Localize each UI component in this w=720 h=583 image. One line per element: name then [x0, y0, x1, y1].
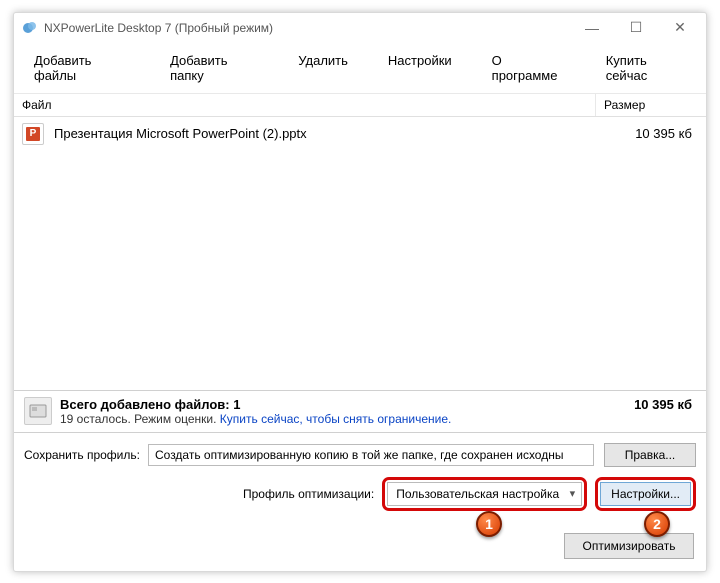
app-window: NXPowerLite Desktop 7 (Пробный режим) — …: [13, 12, 707, 572]
chevron-down-icon: ▾: [570, 487, 576, 500]
col-file[interactable]: Файл: [14, 94, 596, 116]
summary-total-label: Всего добавлено файлов: 1: [60, 397, 634, 412]
save-profile-edit-button[interactable]: Правка...: [604, 443, 696, 467]
window-controls: — ☐ ✕: [570, 14, 702, 42]
menu-about[interactable]: О программе: [484, 49, 574, 87]
summary-sub: 19 осталось. Режим оценки. Купить сейчас…: [60, 412, 634, 426]
save-profile-row: Сохранить профиль: Создать оптимизирован…: [24, 443, 696, 467]
column-header: Файл Размер: [14, 94, 706, 117]
menubar: Добавить файлы Добавить папку Удалить На…: [14, 43, 706, 94]
file-list[interactable]: P Презентация Microsoft PowerPoint (2).p…: [14, 117, 706, 390]
file-name: Презентация Microsoft PowerPoint (2).ppt…: [54, 126, 588, 141]
annotation-badge-1: 1: [476, 511, 502, 537]
menu-add-files[interactable]: Добавить файлы: [26, 49, 138, 87]
menu-settings[interactable]: Настройки: [380, 49, 460, 87]
window-title: NXPowerLite Desktop 7 (Пробный режим): [44, 21, 570, 35]
summary-bar: Всего добавлено файлов: 1 19 осталось. Р…: [14, 390, 706, 432]
footer: Оптимизировать: [14, 523, 706, 571]
maximize-button[interactable]: ☐: [614, 14, 658, 42]
powerpoint-file-icon: P: [22, 123, 44, 145]
titlebar: NXPowerLite Desktop 7 (Пробный режим) — …: [14, 13, 706, 43]
annotation-badge-2: 2: [644, 511, 670, 537]
summary-total-size: 10 395 кб: [634, 397, 696, 412]
close-button[interactable]: ✕: [658, 14, 702, 42]
profiles-panel: Сохранить профиль: Создать оптимизирован…: [14, 432, 706, 523]
file-size: 10 395 кб: [588, 126, 698, 141]
list-item[interactable]: P Презентация Microsoft PowerPoint (2).p…: [14, 117, 706, 151]
summary-remaining: 19 осталось. Режим оценки.: [60, 412, 220, 426]
menu-delete[interactable]: Удалить: [290, 49, 356, 87]
app-icon: [22, 20, 38, 36]
save-profile-label: Сохранить профиль:: [24, 448, 140, 462]
opt-profile-label: Профиль оптимизации:: [243, 487, 374, 501]
optimize-button[interactable]: Оптимизировать: [564, 533, 694, 559]
opt-profile-selected: Пользовательская настройка: [396, 487, 559, 501]
summary-icon: [24, 397, 52, 425]
highlight-settings-button: Настройки...: [595, 477, 696, 511]
opt-profile-settings-button[interactable]: Настройки...: [600, 482, 691, 506]
menu-add-folder[interactable]: Добавить папку: [162, 49, 266, 87]
col-size[interactable]: Размер: [596, 94, 706, 116]
opt-profile-row: Профиль оптимизации: Пользовательская на…: [24, 477, 696, 511]
highlight-profile-select: Пользовательская настройка ▾: [382, 477, 587, 511]
minimize-button[interactable]: —: [570, 14, 614, 42]
summary-text: Всего добавлено файлов: 1 19 осталось. Р…: [60, 397, 634, 426]
summary-buy-link[interactable]: Купить сейчас, чтобы снять ограничение.: [220, 412, 452, 426]
menu-buy-now[interactable]: Купить сейчас: [598, 49, 694, 87]
opt-profile-select[interactable]: Пользовательская настройка ▾: [387, 482, 582, 506]
save-profile-field[interactable]: Создать оптимизированную копию в той же …: [148, 444, 594, 466]
